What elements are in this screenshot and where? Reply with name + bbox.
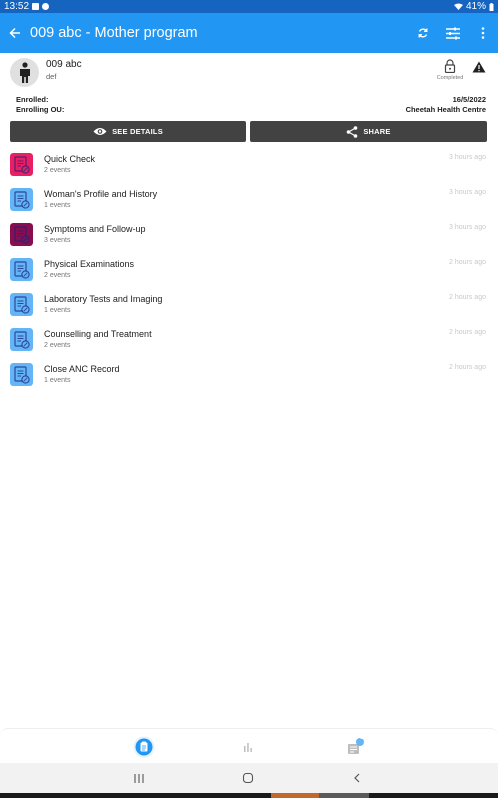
filter-button[interactable] bbox=[438, 13, 468, 53]
app-toolbar: 009 abc - Mother program bbox=[0, 13, 498, 53]
stage-form-icon bbox=[10, 223, 33, 246]
bottom-navigation: 1 bbox=[0, 728, 498, 763]
avatar bbox=[10, 58, 39, 87]
stage-form-icon bbox=[10, 293, 33, 316]
tune-filter-icon bbox=[446, 27, 460, 39]
stage-form-icon bbox=[10, 328, 33, 351]
share-button[interactable]: SHARE bbox=[250, 121, 487, 142]
stage-event-count: 2 events bbox=[44, 342, 71, 349]
stage-form-icon bbox=[10, 363, 33, 386]
nav-notes-tab[interactable]: 1 bbox=[336, 729, 372, 764]
share-icon bbox=[347, 125, 358, 138]
stage-event-count: 2 events bbox=[44, 272, 71, 279]
program-stage-item[interactable]: Laboratory Tests and Imaging 1 events 2 … bbox=[0, 291, 498, 326]
sync-button[interactable] bbox=[408, 13, 438, 53]
clipboard-list-icon bbox=[133, 736, 155, 757]
stage-event-count: 1 events bbox=[44, 377, 71, 384]
tei-header: 009 abc def Completed bbox=[0, 53, 498, 91]
google-notification-icon bbox=[42, 3, 50, 10]
stage-title: Close ANC Record bbox=[44, 364, 120, 374]
stage-form-icon bbox=[10, 153, 33, 176]
sync-icon bbox=[418, 28, 428, 38]
program-stage-item[interactable]: Symptoms and Follow-up 3 events 3 hours … bbox=[0, 221, 498, 256]
see-details-label: SEE DETAILS bbox=[112, 127, 163, 136]
eye-icon bbox=[93, 128, 107, 135]
image-notification-icon bbox=[32, 3, 40, 10]
enrolled-row: Enrolled: 16/5/2022 bbox=[16, 95, 486, 104]
stage-event-count: 2 events bbox=[44, 167, 71, 174]
taskbar-app-indicator bbox=[319, 793, 369, 798]
recent-apps-button[interactable] bbox=[119, 763, 159, 793]
home-icon bbox=[242, 772, 254, 784]
recent-apps-icon bbox=[134, 773, 144, 783]
tei-subtitle: def bbox=[46, 72, 57, 81]
person-icon bbox=[19, 61, 30, 83]
arrow-back-icon bbox=[9, 27, 20, 39]
stage-title: Symptoms and Follow-up bbox=[44, 224, 146, 234]
battery-icon bbox=[489, 2, 494, 11]
stage-last-updated: 2 hours ago bbox=[449, 364, 486, 371]
tei-name: 009 abc bbox=[46, 59, 82, 70]
enrolling-ou-row: Enrolling OU: Cheetah Health Centre bbox=[16, 105, 486, 114]
program-stage-item[interactable]: Quick Check 2 events 3 hours ago bbox=[0, 151, 498, 186]
wifi-icon bbox=[453, 3, 463, 10]
system-back-button[interactable] bbox=[337, 763, 377, 793]
home-button[interactable] bbox=[228, 763, 268, 793]
screen: 13:52 41% 009 abc - Mother program 009 a… bbox=[0, 0, 498, 798]
status-bar: 13:52 41% bbox=[0, 0, 498, 13]
battery-percent: 41% bbox=[465, 1, 486, 12]
enrolled-label: Enrolled: bbox=[16, 95, 49, 104]
enrolling-ou-label: Enrolling OU: bbox=[16, 105, 65, 114]
stage-last-updated: 3 hours ago bbox=[449, 154, 486, 161]
stage-form-icon bbox=[10, 258, 33, 281]
share-label: SHARE bbox=[363, 127, 391, 136]
page-title: 009 abc - Mother program bbox=[30, 25, 198, 41]
stage-title: Laboratory Tests and Imaging bbox=[44, 294, 163, 304]
stage-last-updated: 3 hours ago bbox=[449, 224, 486, 231]
stage-last-updated: 2 hours ago bbox=[449, 294, 486, 301]
program-stage-item[interactable]: Woman's Profile and History 1 events 3 h… bbox=[0, 186, 498, 221]
taskbar-app-indicator bbox=[271, 793, 319, 798]
stage-last-updated: 2 hours ago bbox=[449, 329, 486, 336]
stage-title: Counselling and Treatment bbox=[44, 329, 152, 339]
stage-event-count: 1 events bbox=[44, 202, 71, 209]
stage-event-count: 3 events bbox=[44, 237, 71, 244]
stage-title: Woman's Profile and History bbox=[44, 189, 158, 199]
enrolled-date: 16/5/2022 bbox=[452, 95, 486, 104]
system-navigation-bar bbox=[0, 763, 498, 793]
notes-count-badge: 1 bbox=[360, 735, 364, 741]
enrollment-status: Completed bbox=[436, 75, 464, 81]
stage-last-updated: 2 hours ago bbox=[449, 259, 486, 266]
stage-event-count: 1 events bbox=[44, 307, 71, 314]
bar-chart-icon bbox=[244, 742, 252, 752]
stage-title: Quick Check bbox=[44, 154, 96, 164]
taskbar-strip bbox=[0, 793, 498, 798]
chevron-left-icon bbox=[354, 773, 360, 783]
see-details-button[interactable]: SEE DETAILS bbox=[10, 121, 246, 142]
program-stage-item[interactable]: Physical Examinations 2 events 2 hours a… bbox=[0, 256, 498, 291]
status-time: 13:52 bbox=[4, 1, 30, 12]
more-vert-icon bbox=[481, 27, 485, 39]
warning-icon[interactable] bbox=[472, 61, 486, 73]
nav-events-tab[interactable] bbox=[126, 729, 162, 764]
enrolling-ou-value: Cheetah Health Centre bbox=[405, 105, 486, 114]
nav-analytics-tab[interactable] bbox=[230, 729, 266, 764]
program-stage-item[interactable]: Counselling and Treatment 2 events 2 hou… bbox=[0, 326, 498, 361]
stage-title: Physical Examinations bbox=[44, 259, 135, 269]
back-button[interactable] bbox=[0, 13, 30, 53]
overflow-menu-button[interactable] bbox=[468, 13, 498, 53]
lock-icon[interactable] bbox=[442, 59, 458, 73]
stage-form-icon bbox=[10, 188, 33, 211]
program-stage-item[interactable]: Close ANC Record 1 events 2 hours ago bbox=[0, 361, 498, 396]
stage-last-updated: 3 hours ago bbox=[449, 189, 486, 196]
